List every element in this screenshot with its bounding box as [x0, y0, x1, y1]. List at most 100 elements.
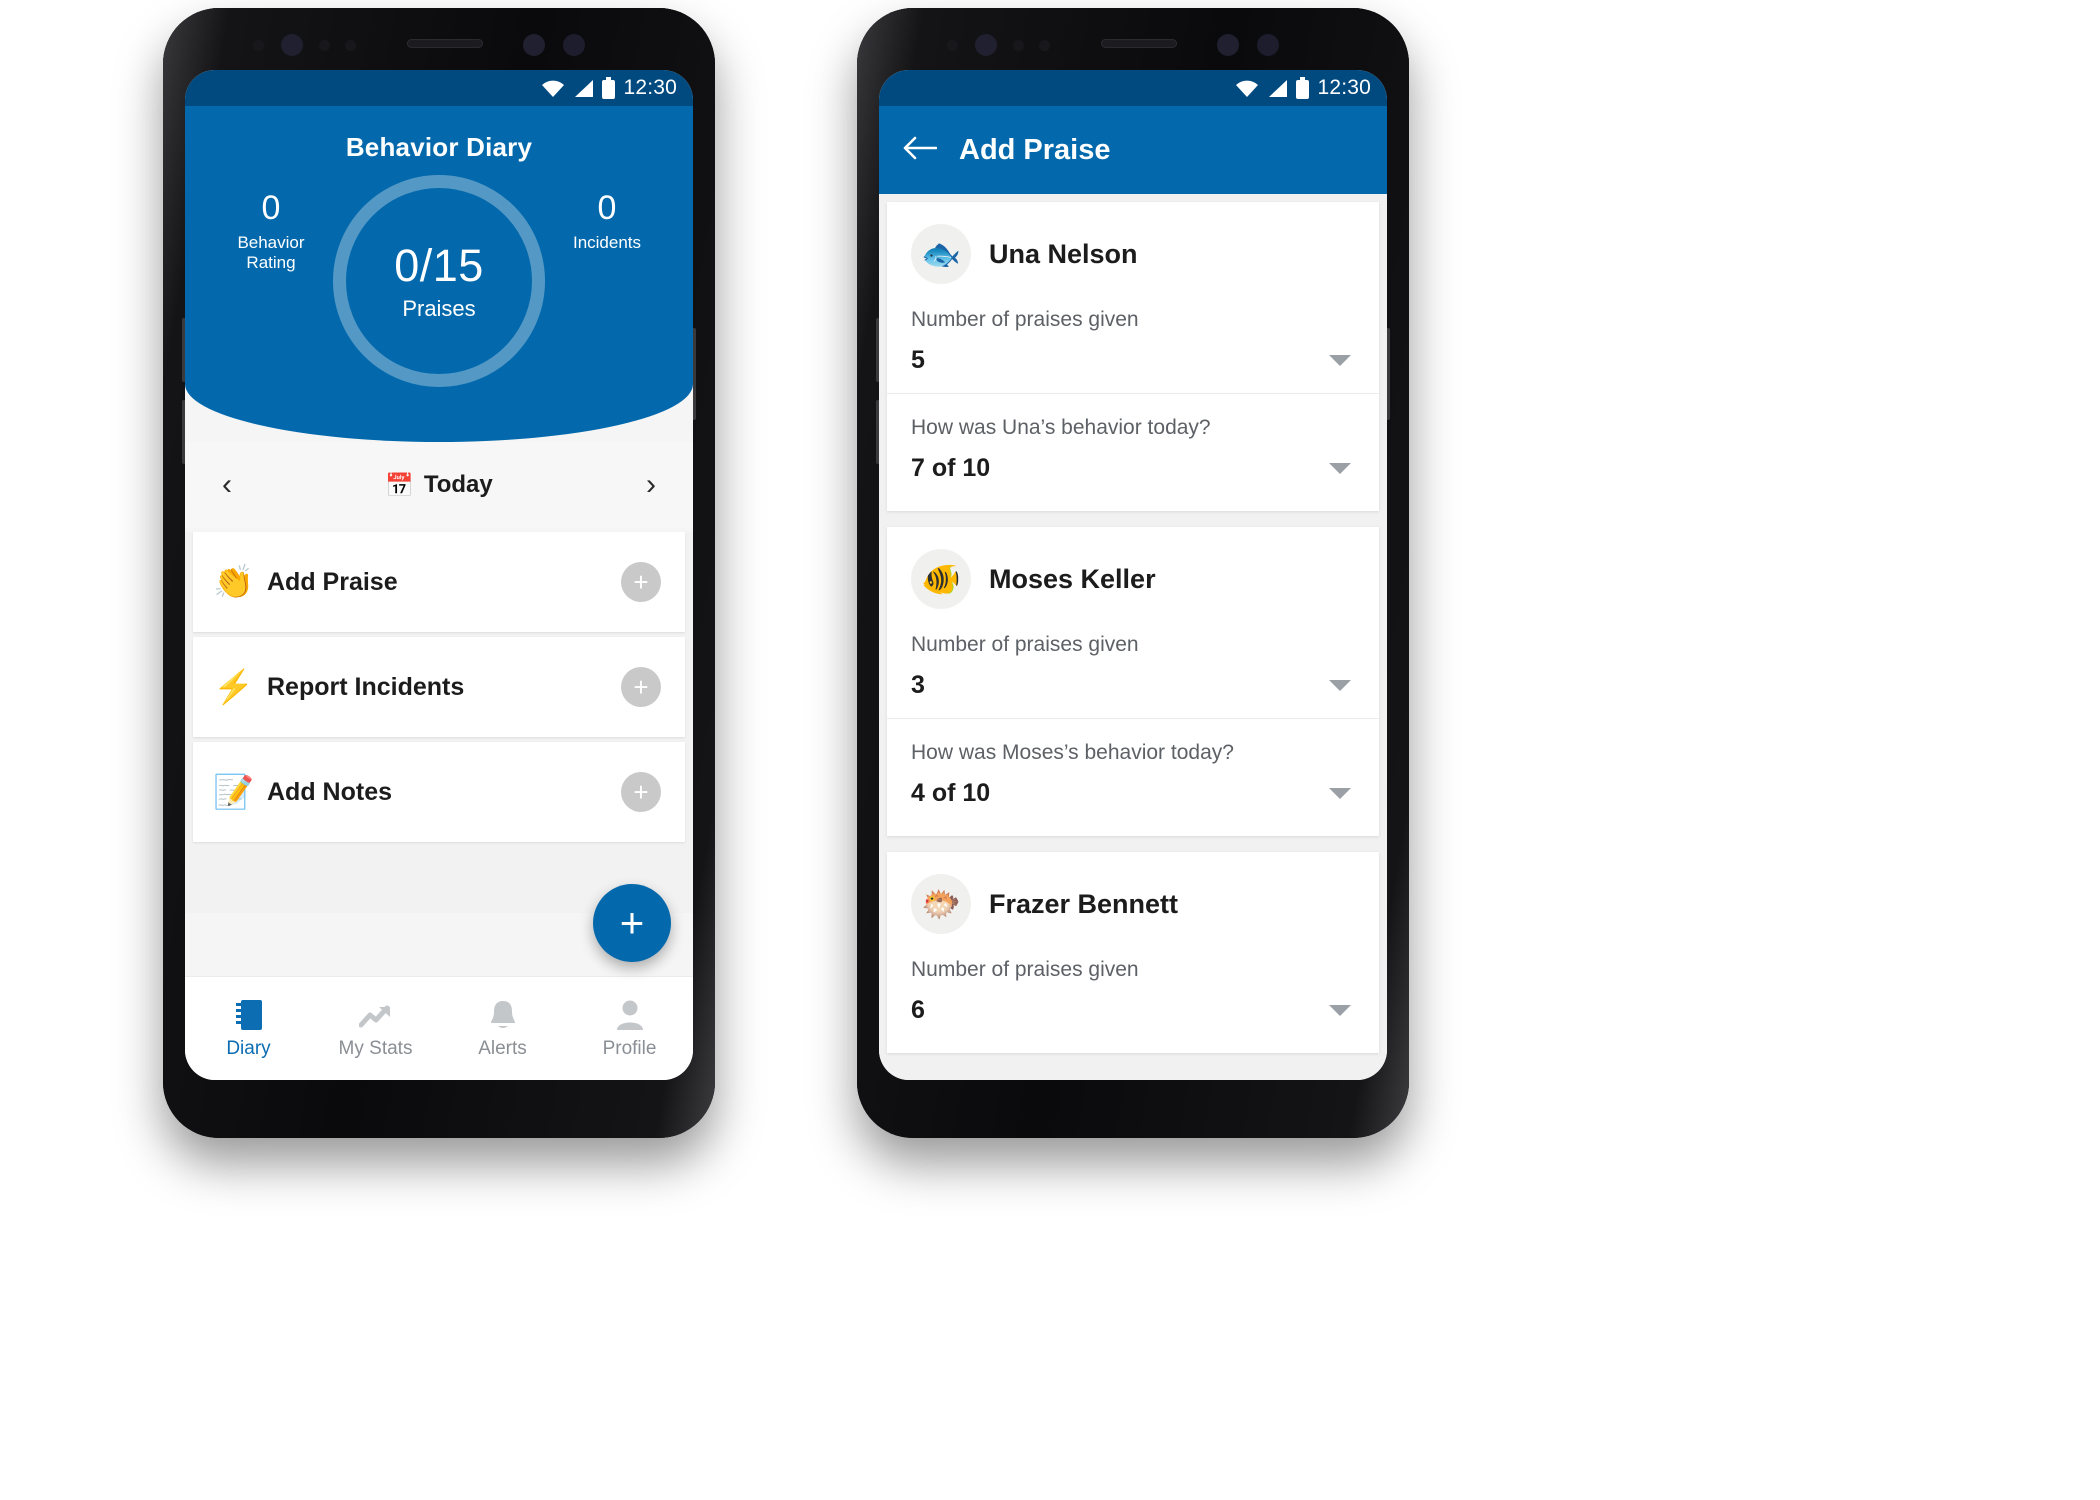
nav-item-alerts[interactable]: Alerts [439, 997, 566, 1060]
behavior-field-label: How was Moses’s behavior today? [911, 741, 1234, 764]
earpiece-speaker [407, 39, 483, 48]
signal-icon [575, 79, 594, 97]
earpiece-speaker [1101, 39, 1177, 48]
incidents-label: Incidents [572, 232, 642, 252]
action-add-notes[interactable]: 📝 Add Notes + [193, 742, 685, 842]
bottom-navigation-bar: Diary My Stats Alerts Profile [185, 976, 693, 1080]
iris-scanner-icon [1217, 34, 1239, 56]
nav-item-profile[interactable]: Profile [566, 997, 693, 1060]
action-report-incidents[interactable]: ⚡ Report Incidents + [193, 637, 685, 737]
front-camera-icon [975, 34, 997, 56]
stat-behavior-rating: 0 Behavior Rating [211, 190, 331, 273]
memo-icon: 📝 [213, 772, 255, 810]
behavior-dropdown[interactable]: 4 of 10 [911, 779, 1355, 816]
sensor-dot-icon [319, 40, 330, 51]
report-incidents-plus-button[interactable]: + [621, 667, 661, 707]
action-label: Report Incidents [267, 672, 465, 701]
praises-dropdown[interactable]: 3 [911, 671, 1355, 708]
trending-up-icon [358, 997, 393, 1031]
praises-dropdown[interactable]: 6 [911, 996, 1355, 1033]
student-name: Moses Keller [989, 563, 1156, 594]
behavior-value: 4 of 10 [911, 779, 991, 807]
phone-screen-left: 12:30 Behavior Diary 0 Behavior Rating 0… [185, 70, 693, 1080]
avatar: 🐠 [911, 549, 971, 609]
nav-label: Alerts [478, 1038, 527, 1059]
praises-value: 3 [911, 671, 925, 699]
action-label: Add Praise [267, 567, 398, 596]
wifi-icon [1236, 80, 1259, 97]
floating-action-button[interactable]: + [593, 884, 671, 962]
behavior-dropdown[interactable]: 7 of 10 [911, 454, 1355, 491]
chevron-down-icon[interactable] [1329, 680, 1351, 691]
current-date-label[interactable]: 📅 Today [385, 471, 493, 499]
wifi-icon [542, 80, 565, 97]
phone-top-sensors [163, 8, 715, 80]
clapping-hands-icon: 👏 [213, 562, 255, 600]
proximity-sensor-icon [1257, 34, 1279, 56]
student-card: 🐡 Frazer Bennett Number of praises given… [887, 852, 1379, 1053]
date-text: Today [423, 471, 493, 498]
behavior-diary-hero: Behavior Diary 0 Behavior Rating 0/15 Pr… [185, 106, 693, 442]
hero-stats-row: 0 Behavior Rating 0/15 Praises 0 Inciden… [185, 163, 693, 387]
behavior-field-label: How was Una’s behavior today? [911, 416, 1211, 439]
praises-field: Number of praises given 5 [887, 294, 1379, 393]
fish-avatar-icon: 🐠 [921, 561, 961, 597]
student-card: 🐟 Una Nelson Number of praises given 5 H… [887, 202, 1379, 511]
praises-value: 5 [911, 346, 925, 374]
incidents-value: 0 [597, 189, 617, 227]
praises-field-label: Number of praises given [911, 958, 1139, 981]
sensor-dot-icon [947, 40, 958, 51]
action-label: Add Notes [267, 777, 392, 806]
quick-actions-list: 👏 Add Praise + ⚡ Report Incidents + 📝 Ad… [185, 532, 693, 913]
back-arrow-icon[interactable] [903, 135, 938, 166]
nav-item-my-stats[interactable]: My Stats [312, 997, 439, 1060]
praises-field: Number of praises given 6 [887, 944, 1379, 1043]
behavior-value: 7 of 10 [911, 454, 991, 482]
praises-progress-ring: 0/15 Praises [333, 175, 545, 387]
student-name: Una Nelson [989, 238, 1138, 269]
sensor-dot-icon [1039, 40, 1050, 51]
next-day-button[interactable]: › [631, 470, 671, 500]
action-add-praise[interactable]: 👏 Add Praise + [193, 532, 685, 632]
praises-ring-label: Praises [402, 296, 476, 321]
phone-device-left: 12:30 Behavior Diary 0 Behavior Rating 0… [163, 8, 715, 1138]
student-header: 🐠 Moses Keller [887, 527, 1379, 619]
student-card: 🐠 Moses Keller Number of praises given 3… [887, 527, 1379, 836]
add-praise-plus-button[interactable]: + [621, 562, 661, 602]
chevron-down-icon[interactable] [1329, 1005, 1351, 1016]
nav-item-diary[interactable]: Diary [185, 997, 312, 1060]
behavior-rating-label: Behavior Rating [237, 232, 305, 273]
behavior-field: How was Una’s behavior today? 7 of 10 [887, 393, 1379, 501]
previous-day-button[interactable]: ‹ [207, 470, 247, 500]
add-notes-plus-button[interactable]: + [621, 772, 661, 812]
student-name: Frazer Bennett [989, 888, 1179, 919]
sensor-dot-icon [253, 40, 264, 51]
person-icon [615, 997, 645, 1031]
praises-dropdown[interactable]: 5 [911, 346, 1355, 383]
phone-screen-right: 12:30 Add Praise 🐟 Una Nelson Number of … [879, 70, 1387, 1080]
screenshot-canvas: 12:30 Behavior Diary 0 Behavior Rating 0… [0, 0, 2100, 1500]
chevron-down-icon[interactable] [1329, 463, 1351, 474]
chevron-down-icon[interactable] [1329, 355, 1351, 366]
student-header: 🐟 Una Nelson [887, 202, 1379, 294]
praises-field-label: Number of praises given [911, 308, 1139, 331]
students-list: 🐟 Una Nelson Number of praises given 5 H… [879, 194, 1387, 1080]
chevron-down-icon[interactable] [1329, 788, 1351, 799]
fish-avatar-icon: 🐟 [921, 236, 961, 272]
front-camera-icon [281, 34, 303, 56]
bell-icon [488, 997, 518, 1031]
signal-icon [1269, 79, 1288, 97]
praises-ring-value: 0/15 [394, 240, 484, 291]
praises-field-label: Number of praises given [911, 633, 1139, 656]
app-bar: Add Praise [879, 106, 1387, 194]
avatar: 🐟 [911, 224, 971, 284]
praises-ring-track: 0/15 Praises [333, 175, 545, 387]
lightning-bolt-icon: ⚡ [213, 667, 255, 705]
sensor-dot-icon [345, 40, 356, 51]
stat-incidents: 0 Incidents [547, 189, 667, 253]
iris-scanner-icon [523, 34, 545, 56]
praises-field: Number of praises given 3 [887, 619, 1379, 718]
proximity-sensor-icon [563, 34, 585, 56]
page-title: Behavior Diary [345, 132, 533, 162]
nav-label: Profile [602, 1038, 657, 1059]
